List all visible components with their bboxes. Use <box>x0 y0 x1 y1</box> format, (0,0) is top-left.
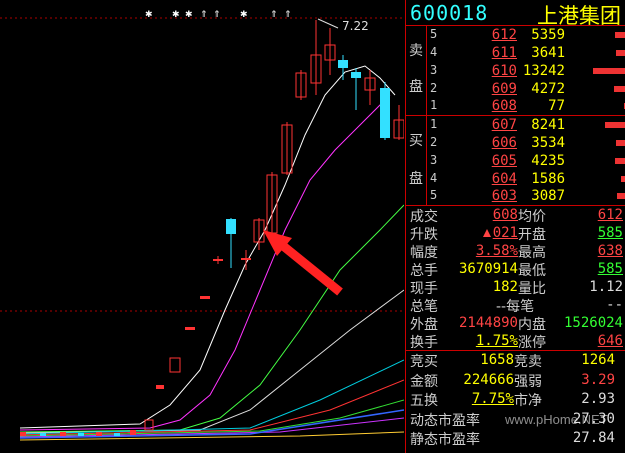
svg-text:⇑: ⇑ <box>284 10 292 20</box>
watermark: www.pHome.NET <box>505 412 608 427</box>
buy-row-1[interactable]: 1 607 8241 <box>428 116 625 134</box>
peak-label: 7.22 <box>342 19 369 33</box>
ma-cyan <box>19 359 404 435</box>
buy-row-5[interactable]: 5 603 3087 <box>428 187 625 205</box>
ma-red <box>19 379 404 436</box>
base-candles <box>20 296 210 436</box>
sell-row-2[interactable]: 2 609 4272 <box>428 80 625 98</box>
sell-row-3[interactable]: 3 610 13242 <box>428 62 625 80</box>
sell-label-2: 盘 <box>409 79 423 95</box>
svg-text:⇑: ⇑ <box>200 10 208 20</box>
stock-header: 600018 上港集团 <box>406 0 625 28</box>
sell-label-1: 卖 <box>409 43 423 59</box>
svg-text:⇑: ⇑ <box>270 10 278 20</box>
quote-panel: 600018 上港集团 卖 盘 5 612 5359 4 611 3641 3 610 13… <box>405 0 625 453</box>
ma-magenta <box>19 94 391 431</box>
svg-text:✱: ✱ <box>145 10 153 20</box>
up-triangle-icon <box>482 229 491 237</box>
ma-green <box>19 204 404 433</box>
main-candles <box>213 20 404 270</box>
buy-row-3[interactable]: 3 605 4235 <box>428 152 625 170</box>
sell-row-5[interactable]: 5 612 5359 <box>428 26 625 44</box>
stock-code: 600018 <box>410 1 489 25</box>
svg-text:⇑: ⇑ <box>213 10 221 20</box>
sell-row-1[interactable]: 1 608 77 <box>428 97 625 115</box>
sell-row-4[interactable]: 4 611 3641 <box>428 44 625 62</box>
peak-leader <box>317 18 339 29</box>
svg-text:✱: ✱ <box>185 10 193 20</box>
svg-text:✱: ✱ <box>240 10 248 20</box>
buy-label-2: 盘 <box>409 171 423 187</box>
buy-row-2[interactable]: 2 606 3534 <box>428 134 625 152</box>
annotation-arrow <box>263 230 343 296</box>
buy-label-1: 买 <box>409 133 423 149</box>
buy-row-4[interactable]: 4 604 1586 <box>428 170 625 188</box>
svg-text:✱: ✱ <box>172 10 180 20</box>
kline-chart[interactable]: ✱ ✱ ✱ ⇑ ⇑ ✱ ⇑ ⇑ 7.22 <box>0 0 404 453</box>
ma-white <box>19 65 396 429</box>
